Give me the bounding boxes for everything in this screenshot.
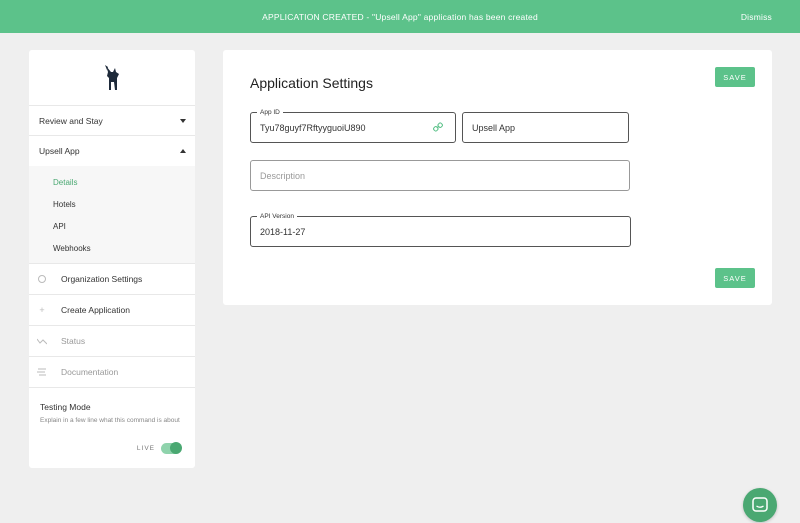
sidebar-item-label: Status (61, 336, 86, 346)
link-icon[interactable] (433, 121, 443, 134)
circle-icon (37, 274, 47, 284)
app-id-value: Tyu78guyf7RftyyguoiU890 (260, 122, 366, 133)
sidebar-item-status[interactable]: Status (29, 326, 195, 357)
sidebar-item-label: Organization Settings (61, 274, 143, 284)
sidebar-sub-details[interactable]: Details (29, 171, 195, 193)
trend-icon (37, 336, 47, 346)
app-id-label: App ID (257, 108, 283, 117)
sidebar-item-organization-settings[interactable]: Organization Settings (29, 264, 195, 295)
sidebar-sub-webhooks[interactable]: Webhooks (29, 237, 195, 259)
app-id-field[interactable]: App ID Tyu78guyf7RftyyguoiU890 (250, 108, 456, 143)
lines-icon (37, 367, 47, 377)
api-version-value: 2018-11-27 (260, 226, 306, 237)
sidebar-sub-api[interactable]: API (29, 215, 195, 237)
testing-mode-section: Testing Mode Explain in a few line what … (29, 388, 195, 425)
app-submenu: Details Hotels API Webhooks (29, 166, 195, 264)
sidebar-app-review-and-stay[interactable]: Review and Stay (29, 106, 195, 136)
chat-icon (752, 497, 768, 512)
live-label: LIVE (136, 445, 155, 452)
chat-launcher[interactable] (743, 488, 777, 522)
logo[interactable] (29, 50, 195, 106)
application-settings-card: Application Settings SAVE App ID Tyu78gu… (223, 50, 772, 305)
description-placeholder: Description (260, 170, 306, 181)
app-name-field[interactable]: Upsell App (462, 112, 629, 143)
notification-banner: APPLICATION CREATED - "Upsell App" appli… (0, 0, 800, 33)
sidebar-item-label: Documentation (61, 367, 119, 377)
testing-mode-title: Testing Mode (40, 402, 91, 412)
api-version-label: API Version (257, 212, 297, 221)
sidebar-app-upsell-app[interactable]: Upsell App (29, 136, 195, 166)
sidebar-item-create-application[interactable]: + Create Application (29, 295, 195, 326)
save-button-top[interactable]: SAVE (715, 67, 755, 87)
toggle-knob (170, 442, 182, 454)
dismiss-button[interactable]: Dismiss (741, 0, 772, 33)
description-field[interactable]: Description (250, 160, 630, 191)
banner-message: APPLICATION CREATED - "Upsell App" appli… (262, 11, 538, 22)
live-toggle[interactable] (161, 442, 182, 454)
sidebar-item-documentation[interactable]: Documentation (29, 357, 195, 388)
chevron-down-icon (180, 118, 186, 123)
save-button-bottom[interactable]: SAVE (715, 268, 755, 288)
testing-mode-description: Explain in a few line what this command … (40, 417, 180, 424)
sidebar-sub-hotels[interactable]: Hotels (29, 193, 195, 215)
deer-logo-icon (105, 64, 119, 90)
sidebar-app-label: Upsell App (39, 146, 80, 156)
api-version-field[interactable]: API Version 2018-11-27 (250, 212, 631, 247)
chevron-up-icon (180, 149, 186, 153)
plus-icon: + (39, 305, 45, 315)
sidebar-item-label: Create Application (61, 305, 130, 315)
sidebar: Review and Stay Upsell App Details Hotel… (29, 50, 195, 468)
page-title: Application Settings (250, 75, 373, 91)
live-toggle-row: LIVE (136, 442, 182, 454)
sidebar-app-label: Review and Stay (39, 115, 103, 126)
app-name-value: Upsell App (472, 122, 516, 133)
